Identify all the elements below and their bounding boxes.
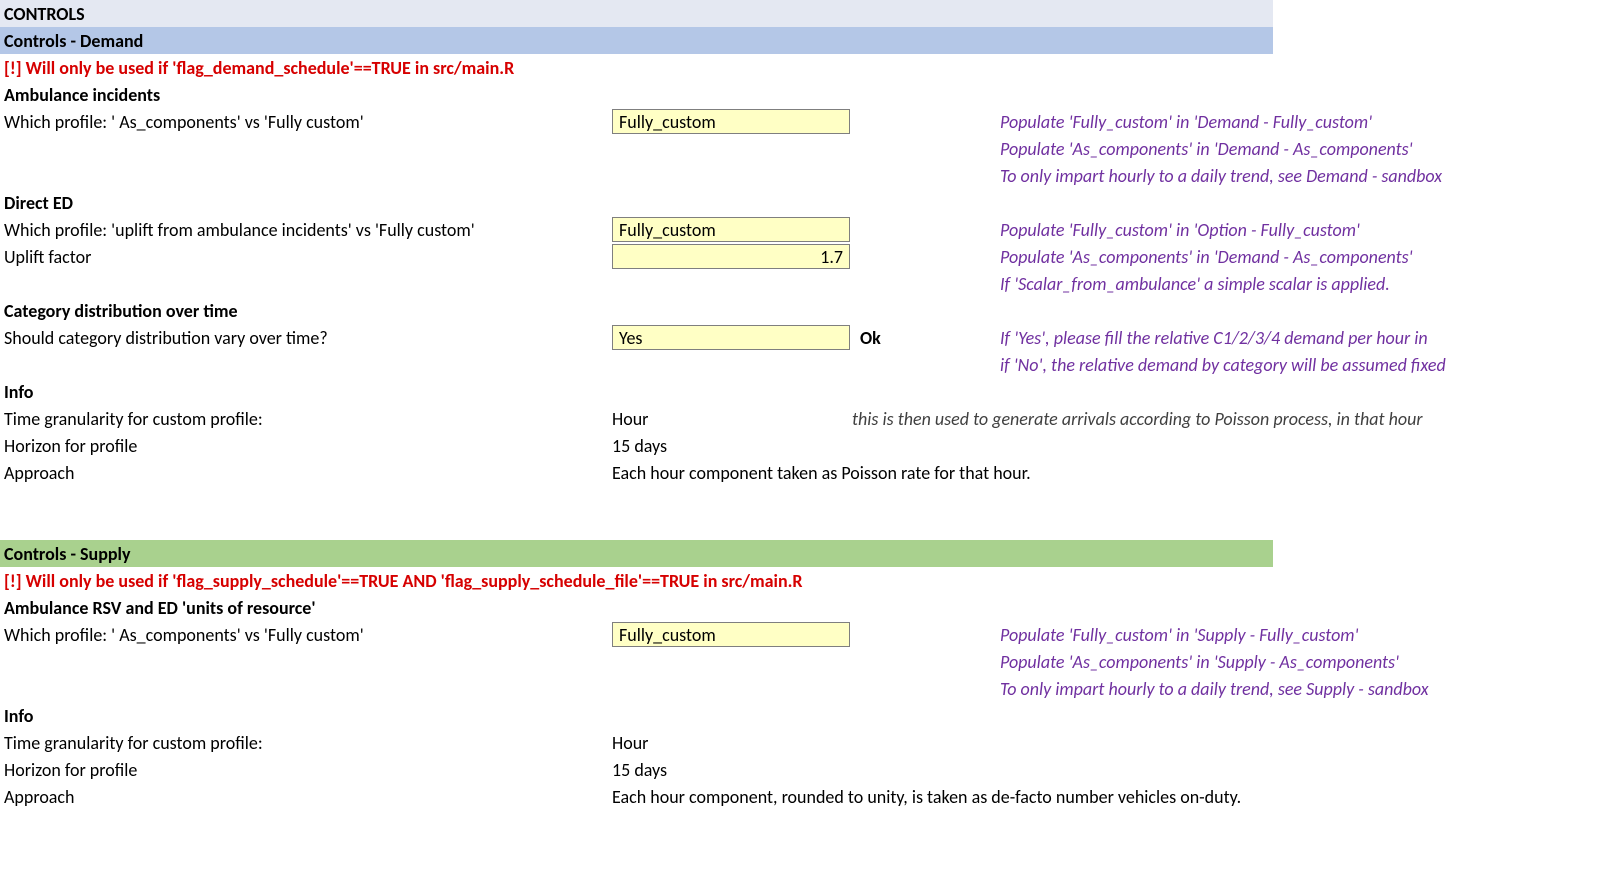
spacer [852, 108, 992, 135]
ambulance-note-2: Populate 'As_components' in 'Demand - As… [992, 135, 1604, 162]
supply-profile-label: Which profile: ' As_components' vs 'Full… [0, 621, 612, 648]
ambulance-profile-input[interactable]: Fully_custom [612, 109, 850, 134]
supply-approach-value: Each hour component, rounded to unity, i… [612, 783, 1241, 810]
ambulance-incidents-title: Ambulance incidents [0, 81, 612, 108]
supply-note-1: Populate 'Fully_custom' in 'Supply - Ful… [992, 621, 1604, 648]
direct-ed-note-2: Populate 'As_components' in 'Demand - As… [992, 243, 1604, 270]
demand-approach-label: Approach [0, 459, 612, 486]
direct-ed-profile-label: Which profile: 'uplift from ambulance in… [0, 216, 612, 243]
direct-ed-note-1: Populate 'Fully_custom' in 'Option - Ful… [992, 216, 1604, 243]
demand-horizon-value: 15 days [612, 432, 852, 459]
supply-warning: [!] Will only be used if 'flag_supply_sc… [0, 567, 803, 594]
demand-granularity-label: Time granularity for custom profile: [0, 405, 612, 432]
ambulance-note-3: To only impart hourly to a daily trend, … [992, 162, 1604, 189]
ambulance-profile-label: Which profile: ' As_components' vs 'Full… [0, 108, 612, 135]
supply-info-title: Info [0, 702, 612, 729]
supply-note-3: To only impart hourly to a daily trend, … [992, 675, 1604, 702]
demand-horizon-label: Horizon for profile [0, 432, 612, 459]
category-note-2: if 'No', the relative demand by category… [992, 351, 1604, 378]
supply-granularity-label: Time granularity for custom profile: [0, 729, 612, 756]
demand-info-title: Info [0, 378, 612, 405]
supply-note-2: Populate 'As_components' in 'Supply - As… [992, 648, 1604, 675]
demand-warning: [!] Will only be used if 'flag_demand_sc… [0, 54, 514, 81]
direct-ed-profile-input[interactable]: Fully_custom [612, 217, 850, 242]
supply-rsv-title: Ambulance RSV and ED 'units of resource' [0, 594, 612, 621]
spreadsheet-region: CONTROLS Controls - Demand [!] Will only… [0, 0, 1604, 810]
demand-granularity-value: Hour [612, 405, 852, 432]
uplift-factor-label: Uplift factor [0, 243, 612, 270]
section-header-controls: CONTROLS [0, 0, 1273, 27]
section-header-demand: Controls - Demand [0, 27, 1273, 54]
category-dist-status: Ok [852, 324, 992, 351]
demand-granularity-note: this is then used to generate arrivals a… [852, 405, 1604, 432]
category-note-1: If 'Yes', please fill the relative C1/2/… [992, 324, 1604, 351]
ambulance-note-1: Populate 'Fully_custom' in 'Demand - Ful… [992, 108, 1604, 135]
section-header-supply: Controls - Supply [0, 540, 1273, 567]
category-dist-label: Should category distribution vary over t… [0, 324, 612, 351]
supply-horizon-value: 15 days [612, 756, 852, 783]
supply-horizon-label: Horizon for profile [0, 756, 612, 783]
supply-profile-input[interactable]: Fully_custom [612, 622, 850, 647]
supply-granularity-value: Hour [612, 729, 852, 756]
direct-ed-note-3: If 'Scalar_from_ambulance' a simple scal… [992, 270, 1604, 297]
supply-approach-label: Approach [0, 783, 612, 810]
category-dist-title: Category distribution over time [0, 297, 612, 324]
direct-ed-title: Direct ED [0, 189, 612, 216]
uplift-factor-input[interactable]: 1.7 [612, 244, 850, 269]
demand-approach-value: Each hour component taken as Poisson rat… [612, 459, 1031, 486]
category-dist-input[interactable]: Yes [612, 325, 850, 350]
